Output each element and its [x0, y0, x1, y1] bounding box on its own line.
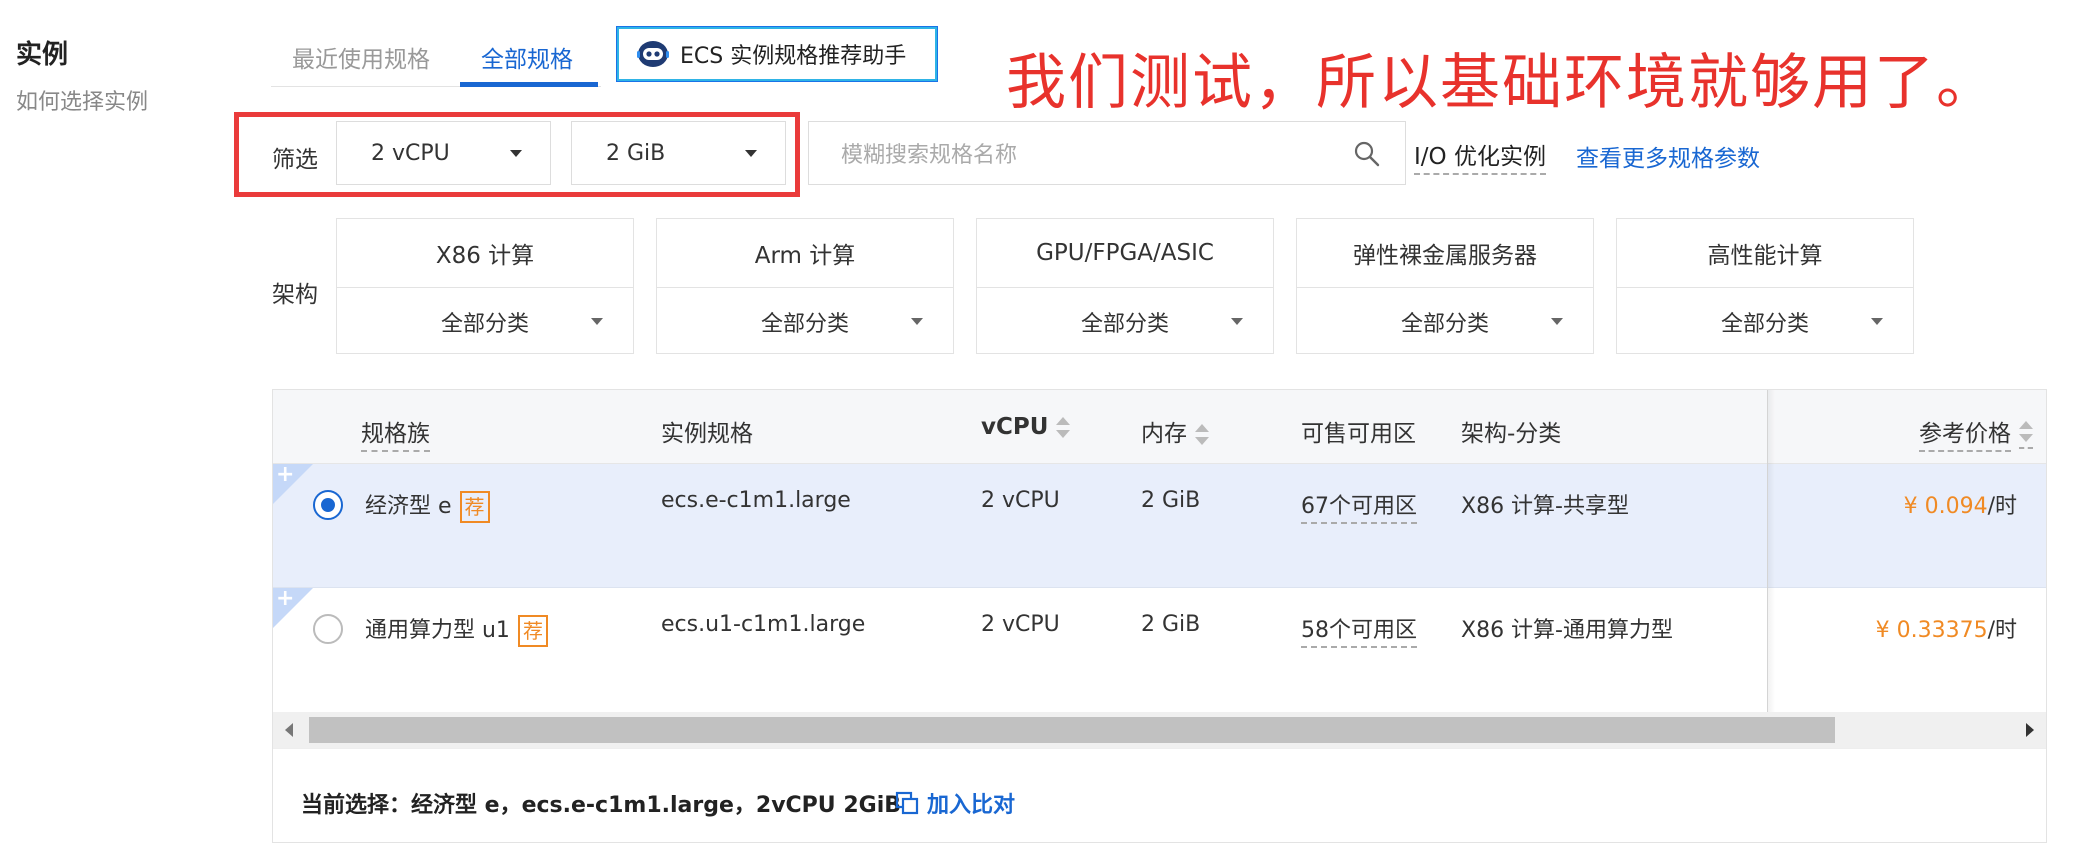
recommended-badge: 荐 — [517, 615, 548, 647]
spec-search-input[interactable]: 模糊搜索规格名称 — [808, 121, 1406, 185]
arch-category-select[interactable]: 全部分类 — [657, 288, 953, 355]
chevron-down-icon — [745, 150, 757, 157]
row-arch: X86 计算-通用算力型 — [1461, 618, 1673, 643]
col-vcpu[interactable]: vCPU — [981, 414, 1071, 440]
recommended-badge: 荐 — [459, 491, 490, 523]
sort-icon[interactable] — [1195, 423, 1209, 447]
search-icon[interactable] — [1353, 140, 1381, 168]
row-radio-selected[interactable] — [313, 490, 343, 520]
row-arch: X86 计算-共享型 — [1461, 494, 1629, 519]
chevron-down-icon — [1231, 318, 1243, 325]
arch-category-select[interactable]: 全部分类 — [977, 288, 1273, 355]
col-zones: 可售可用区 — [1301, 421, 1416, 447]
scroll-right-icon[interactable] — [2026, 723, 2034, 737]
chevron-down-icon — [1871, 318, 1883, 325]
compare-icon — [895, 791, 919, 815]
row-spec: ecs.u1-c1m1.large — [661, 612, 866, 637]
robot-icon — [636, 39, 670, 69]
scroll-left-icon[interactable] — [285, 723, 293, 737]
io-optimized-label[interactable]: I/O 优化实例 — [1414, 137, 1546, 175]
arch-card-title: X86 计算 — [337, 219, 633, 288]
selection-footer: 当前选择：经济型 e，ecs.e-c1m1.large，2vCPU 2GiB 加… — [273, 748, 2046, 842]
plus-icon[interactable]: + — [276, 586, 294, 611]
arch-card-title: 高性能计算 — [1617, 219, 1913, 288]
row-vcpu: 2 vCPU — [981, 612, 1060, 637]
section-title: 实例 — [16, 40, 69, 70]
sort-icon[interactable] — [2019, 420, 2033, 449]
plus-icon[interactable]: + — [276, 462, 294, 487]
add-to-compare-label: 加入比对 — [927, 793, 1016, 818]
row-price: ¥ 0.33375/时 — [1875, 618, 2017, 643]
arch-card-arm[interactable]: Arm 计算 全部分类 — [656, 218, 954, 354]
arch-card-hpc[interactable]: 高性能计算 全部分类 — [1616, 218, 1914, 354]
col-spec: 实例规格 — [661, 421, 753, 447]
spec-assistant-label: ECS 实例规格推荐助手 — [680, 44, 907, 69]
tab-recent-specs[interactable]: 最近使用规格 — [292, 40, 430, 74]
row-family: 通用算力型 u1 荐 — [365, 612, 548, 647]
row-memory: 2 GiB — [1141, 488, 1201, 513]
annotation-text: 我们测试，所以基础环境就够用了。 — [1006, 48, 1998, 118]
table-header: 规格族 实例规格 vCPU 内存 可售可用区 架构-分类 参考价格 — [273, 390, 2046, 464]
active-tab-indicator — [460, 82, 598, 87]
arch-card-title: 弹性裸金属服务器 — [1297, 219, 1593, 288]
chevron-down-icon — [911, 318, 923, 325]
row-family: 经济型 e荐 — [365, 488, 490, 523]
col-family[interactable]: 规格族 — [361, 414, 430, 452]
filter-label: 筛选 — [272, 147, 318, 173]
row-spec: ecs.e-c1m1.large — [661, 488, 851, 513]
arch-category-value: 全部分类 — [1720, 311, 1809, 337]
col-memory[interactable]: 内存 — [1141, 414, 1209, 448]
arch-card-title: Arm 计算 — [657, 219, 953, 288]
arch-category-select[interactable]: 全部分类 — [337, 288, 633, 355]
spec-table: 规格族 实例规格 vCPU 内存 可售可用区 架构-分类 参考价格 + 经济型 … — [272, 389, 2047, 843]
add-to-compare-button[interactable]: 加入比对 — [895, 787, 1015, 819]
row-price: ¥ 0.094/时 — [1903, 494, 2017, 519]
arch-category-value: 全部分类 — [440, 311, 529, 337]
arch-category-select[interactable]: 全部分类 — [1297, 288, 1593, 355]
arch-card-title: GPU/FPGA/ASIC — [977, 219, 1273, 288]
row-vcpu: 2 vCPU — [981, 488, 1060, 513]
row-zones[interactable]: 58个可用区 — [1301, 612, 1417, 648]
vcpu-select-value: 2 vCPU — [371, 140, 450, 166]
scrollbar-thumb[interactable] — [309, 717, 1835, 743]
vcpu-select[interactable]: 2 vCPU — [336, 121, 551, 185]
col-price[interactable]: 参考价格 — [1919, 414, 2033, 452]
horizontal-scrollbar[interactable] — [273, 712, 2046, 748]
chevron-down-icon — [1551, 318, 1563, 325]
row-radio[interactable] — [313, 614, 343, 644]
chevron-down-icon — [591, 318, 603, 325]
chevron-down-icon — [510, 150, 522, 157]
col-arch: 架构-分类 — [1461, 421, 1562, 447]
memory-select[interactable]: 2 GiB — [571, 121, 786, 185]
search-placeholder: 模糊搜索规格名称 — [841, 143, 1018, 168]
architecture-label: 架构 — [272, 282, 318, 308]
arch-category-value: 全部分类 — [1400, 311, 1489, 337]
current-selection-text: 当前选择：经济型 e，ecs.e-c1m1.large，2vCPU 2GiB — [301, 793, 902, 818]
table-row[interactable]: + 通用算力型 u1 荐 ecs.u1-c1m1.large 2 vCPU 2 G… — [273, 586, 2046, 711]
spec-assistant-button[interactable]: ECS 实例规格推荐助手 — [616, 26, 938, 82]
tab-all-specs[interactable]: 全部规格 — [481, 40, 573, 74]
more-spec-params-link[interactable]: 查看更多规格参数 — [1576, 139, 1760, 173]
memory-select-value: 2 GiB — [606, 140, 666, 166]
arch-category-select[interactable]: 全部分类 — [1617, 288, 1913, 355]
sort-icon[interactable] — [1056, 416, 1071, 440]
arch-card-x86[interactable]: X86 计算 全部分类 — [336, 218, 634, 354]
row-zones[interactable]: 67个可用区 — [1301, 488, 1417, 524]
how-to-choose-link[interactable]: 如何选择实例 — [16, 84, 148, 116]
arch-category-value: 全部分类 — [760, 311, 849, 337]
fixed-column-shadow — [1767, 390, 1775, 712]
row-memory: 2 GiB — [1141, 612, 1201, 637]
arch-card-gpu[interactable]: GPU/FPGA/ASIC 全部分类 — [976, 218, 1274, 354]
table-row[interactable]: + 经济型 e荐 ecs.e-c1m1.large 2 vCPU 2 GiB 6… — [273, 462, 2046, 588]
arch-card-bare-metal[interactable]: 弹性裸金属服务器 全部分类 — [1296, 218, 1594, 354]
arch-category-value: 全部分类 — [1080, 311, 1169, 337]
